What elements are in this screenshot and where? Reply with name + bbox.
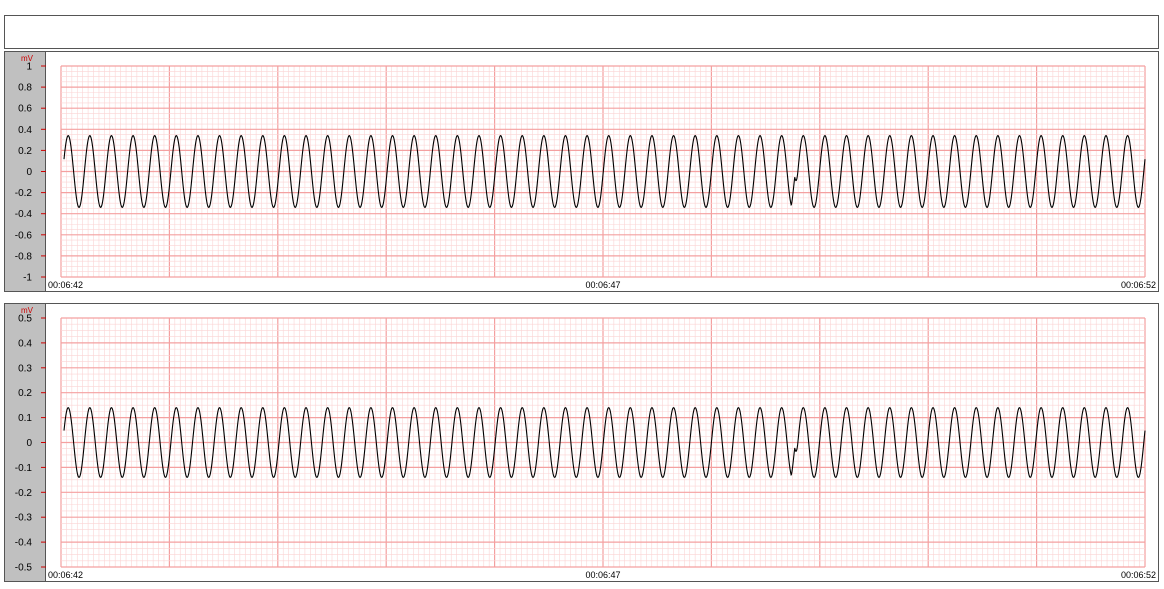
ecg-channel-2-chart[interactable]: mV0.50.40.30.20.10-0.1-0.2-0.3-0.4-0.500… [5,304,1158,581]
y-tick-label: 0 [26,167,32,178]
time-axis-label: 00:06:47 [585,570,620,580]
ecg-channel-1-chart[interactable]: mV10.80.60.40.20-0.2-0.4-0.6-0.8-100:06:… [5,52,1158,291]
time-axis-label: 00:06:47 [585,280,620,290]
ecg-channel-1-panel: mV 1 0.8 0.6 0.4 0.2 0 -0.2 -0.4 -0.6 -0.8 -1 00:06:… [4,51,1159,292]
y-tick-label: 0.5 [18,314,32,325]
time-axis-label: 00:06:42 [48,280,83,290]
y-tick-label: -0.4 [15,538,33,549]
y-tick-label: -0.4 [15,209,33,220]
y-tick-label: 0.4 [18,338,32,349]
y-tick-label: 0.4 [18,125,32,136]
y-tick-label: -0.8 [15,251,33,262]
y-tick-label: 0.1 [18,413,32,424]
y-tick-label: 1 [26,62,32,73]
ecg-channel-2-panel: mV 0.5 0.4 0.3 0.2 0.1 0 -0.1 -0.2 -0.3 -0.4 -0.5 00… [4,303,1159,582]
y-tick-label: 0 [26,438,32,449]
y-tick-label: 0.3 [18,363,32,374]
y-tick-label: -0.3 [15,513,33,524]
y-tick-label: 0.2 [18,388,32,399]
y-tick-label: -0.5 [15,563,33,574]
y-tick-label: 0.2 [18,146,32,157]
time-axis-label: 00:06:42 [48,570,83,580]
y-tick-label: -0.2 [15,188,33,199]
y-tick-label: -0.1 [15,463,33,474]
y-tick-label: -0.6 [15,230,33,241]
y-tick-label: -1 [23,273,32,284]
header-bar [4,15,1159,49]
time-axis-label: 00:06:52 [1121,570,1156,580]
y-tick-label: 0.8 [18,83,32,94]
y-tick-label: 0.6 [18,104,32,115]
time-axis-label: 00:06:52 [1121,280,1156,290]
y-tick-label: -0.2 [15,488,33,499]
